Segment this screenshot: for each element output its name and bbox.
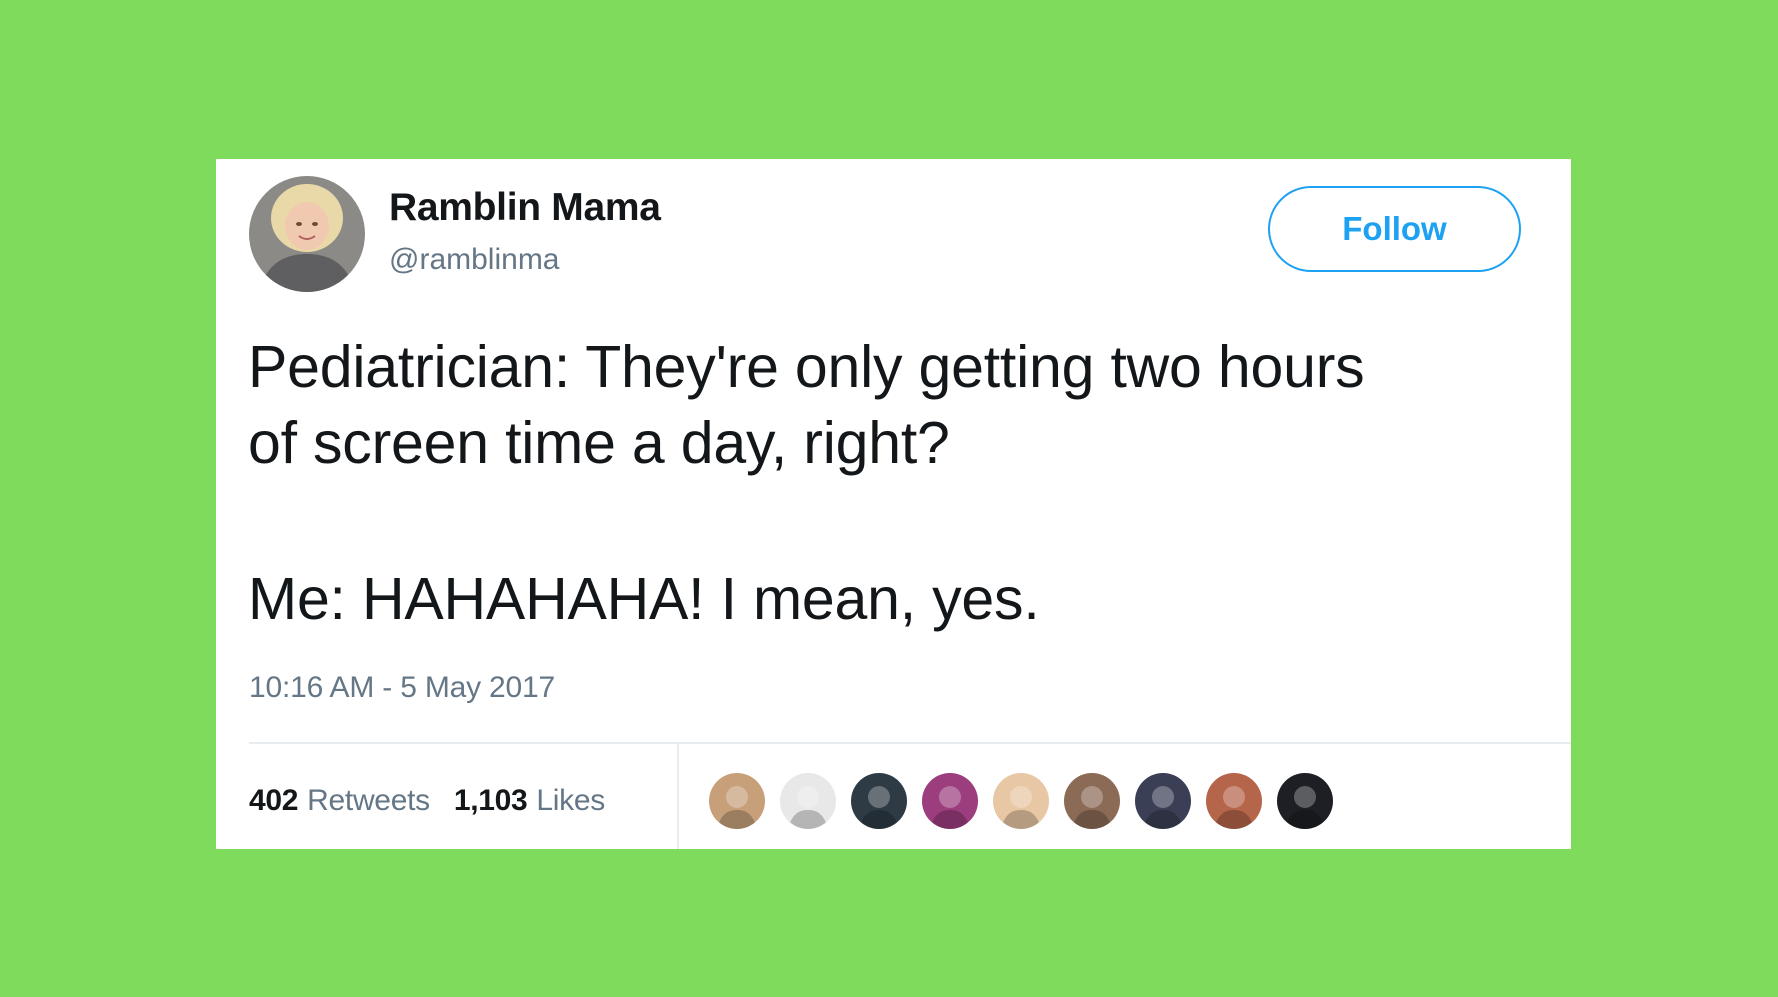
stats-divider [249,742,1571,744]
follow-button[interactable]: Follow [1268,186,1521,272]
retweets-label: Retweets [307,784,430,817]
liker-avatar-icon[interactable] [991,771,1051,831]
green-backdrop: Ramblin Mama @ramblinma Follow Pediatric… [0,0,1778,997]
retweets-stat[interactable]: 402 Retweets [249,784,430,818]
liker-avatar-icon[interactable] [778,771,838,831]
likes-stat[interactable]: 1,103 Likes [454,784,605,818]
profile-photo-icon[interactable] [249,176,365,292]
stats-vertical-divider [677,744,679,849]
liker-avatar-icon[interactable] [707,771,767,831]
tweet-timestamp[interactable]: 10:16 AM - 5 May 2017 [249,671,555,705]
tweet-text: Pediatrician: They're only getting two h… [248,329,1548,637]
tweet-stats: 402 Retweets 1,103 Likes [249,776,629,826]
liker-avatars [707,771,1346,831]
liker-avatar-icon[interactable] [920,771,980,831]
tweet-text-paragraph-1: Pediatrician: They're only getting two h… [248,334,1365,476]
author-display-name[interactable]: Ramblin Mama [389,186,661,230]
liker-avatar-icon[interactable] [1133,771,1193,831]
retweets-count: 402 [249,784,299,817]
likes-label: Likes [536,784,605,817]
tweet-card: Ramblin Mama @ramblinma Follow Pediatric… [216,159,1571,849]
liker-avatar-icon[interactable] [1062,771,1122,831]
liker-avatar-icon[interactable] [849,771,909,831]
liker-avatar-icon[interactable] [1275,771,1335,831]
tweet-text-paragraph-2: Me: HAHAHAHA! I mean, yes. [248,566,1040,632]
likes-count: 1,103 [453,784,528,817]
author-handle[interactable]: @ramblinma [389,243,560,277]
liker-avatar-icon[interactable] [1204,771,1264,831]
